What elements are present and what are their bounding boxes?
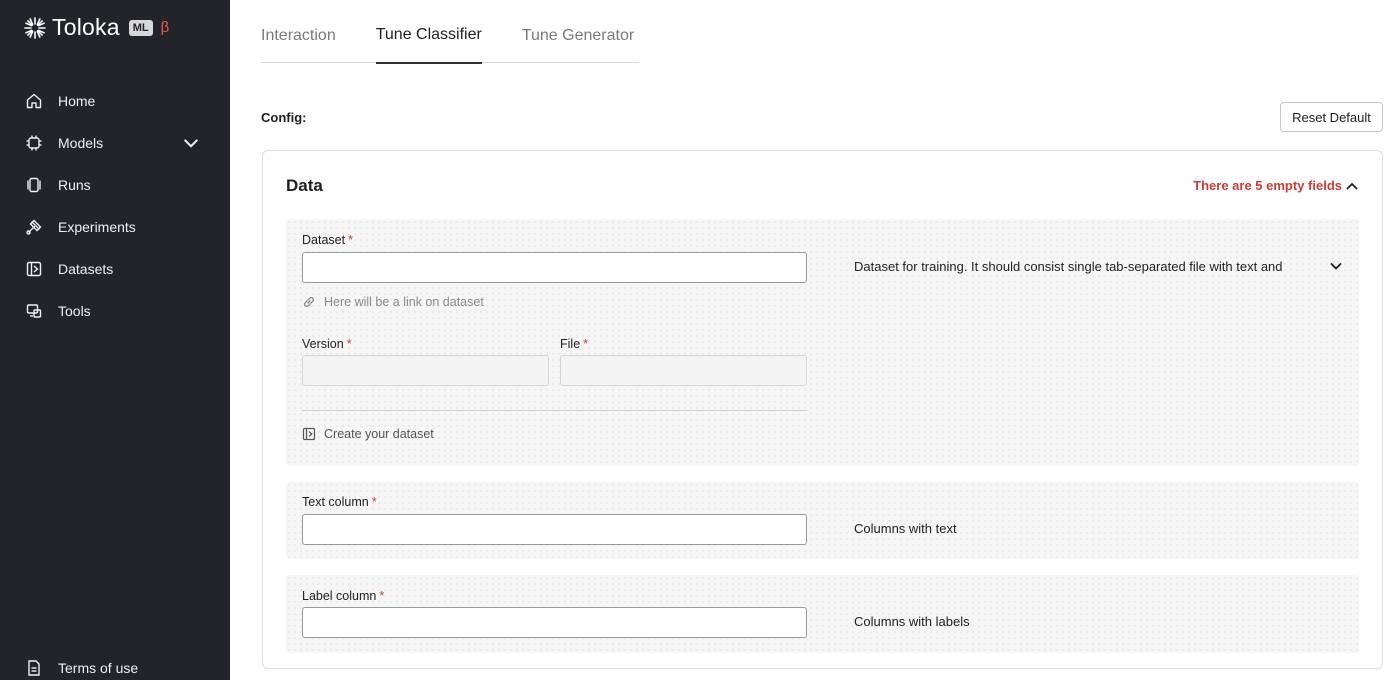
dataset-link-hint: Here will be a link on dataset [302, 295, 484, 309]
sidebar-item-label: Home [58, 93, 96, 109]
empty-fields-warning: There are 5 empty fields [1193, 178, 1342, 193]
file-label: File * [560, 337, 588, 351]
runs-icon [27, 177, 41, 193]
text-column-panel: Text column * Columns with text [286, 482, 1359, 559]
label-column-description: Columns with labels [854, 614, 970, 629]
logo[interactable]: Toloka ML β [24, 14, 169, 41]
dataset-panel: Dataset * Here will be a link on dataset … [286, 219, 1359, 466]
chip-icon [26, 135, 42, 151]
required-marker: * [371, 495, 377, 509]
toloka-logo-icon [24, 16, 46, 39]
text-column-label: Text column * [302, 495, 377, 509]
dataset-label-text: Dataset [302, 233, 346, 247]
text-column-input[interactable] [302, 514, 807, 545]
link-icon [304, 297, 314, 307]
datasets-icon [302, 427, 316, 441]
label-column-label: Label column * [302, 589, 384, 603]
dataset-link-hint-text: Here will be a link on dataset [324, 295, 484, 309]
text-column-label-text: Text column [302, 495, 369, 509]
label-column-label-text: Label column [302, 589, 377, 603]
beta-badge: β [160, 19, 170, 36]
tab-interaction[interactable]: Interaction [261, 20, 336, 63]
required-marker: * [346, 337, 352, 351]
sidebar-item-terms[interactable]: Terms of use [25, 658, 138, 678]
sidebar-item-label: Models [58, 135, 104, 151]
tab-tune-generator[interactable]: Tune Generator [522, 20, 634, 63]
chevron-up-icon[interactable] [1345, 179, 1359, 193]
divider [302, 410, 807, 411]
experiments-icon [26, 219, 42, 235]
sidebar: Toloka ML β Home Models Runs Experiments… [0, 0, 230, 680]
sidebar-item-datasets[interactable]: Datasets [0, 248, 230, 290]
create-dataset-link[interactable]: Create your dataset [302, 427, 434, 441]
data-section-card: Data There are 5 empty fields Dataset * H… [262, 150, 1383, 669]
version-select[interactable] [302, 355, 549, 386]
sidebar-item-runs[interactable]: Runs [0, 164, 230, 206]
reset-default-button[interactable]: Reset Default [1280, 102, 1383, 132]
config-label: Config: [261, 110, 307, 125]
home-icon [26, 93, 42, 109]
chevron-down-icon[interactable] [1329, 259, 1343, 273]
required-marker: * [348, 233, 353, 247]
sidebar-item-models[interactable]: Models [0, 122, 230, 164]
version-label-text: Version [302, 337, 344, 351]
sidebar-nav: Home Models Runs Experiments Datasets To… [0, 80, 230, 332]
logo-text: Toloka [52, 14, 120, 40]
dataset-label: Dataset * [302, 233, 353, 247]
tab-tune-classifier[interactable]: Tune Classifier [375, 20, 482, 64]
dataset-description: Dataset for training. It should consist … [854, 259, 1283, 274]
sidebar-item-label: Tools [58, 303, 91, 319]
terms-of-use-label: Terms of use [58, 660, 139, 676]
sidebar-item-label: Runs [58, 177, 91, 193]
label-column-input[interactable] [302, 607, 807, 638]
chevron-down-icon[interactable] [182, 134, 200, 152]
tools-icon [26, 304, 42, 318]
file-label-text: File [560, 337, 581, 351]
tab-bar: Interaction Tune Classifier Tune Generat… [261, 20, 639, 64]
sidebar-item-experiments[interactable]: Experiments [0, 206, 230, 248]
main-content: Interaction Tune Classifier Tune Generat… [230, 0, 1400, 680]
document-icon [28, 660, 40, 676]
sidebar-item-home[interactable]: Home [0, 80, 230, 122]
sidebar-item-label: Experiments [58, 219, 136, 235]
create-dataset-label: Create your dataset [324, 427, 434, 441]
dataset-input[interactable] [302, 252, 807, 283]
sidebar-item-label: Datasets [58, 261, 114, 277]
required-marker: * [379, 589, 385, 603]
data-section-title: Data [286, 176, 323, 195]
label-column-panel: Label column * Columns with labels [286, 575, 1359, 653]
file-select[interactable] [560, 355, 807, 386]
text-column-description: Columns with text [854, 521, 957, 536]
required-marker: * [583, 337, 589, 351]
sidebar-item-tools[interactable]: Tools [0, 290, 230, 332]
ml-badge: ML [128, 19, 153, 36]
version-label: Version * [302, 337, 352, 351]
datasets-icon [26, 261, 42, 277]
